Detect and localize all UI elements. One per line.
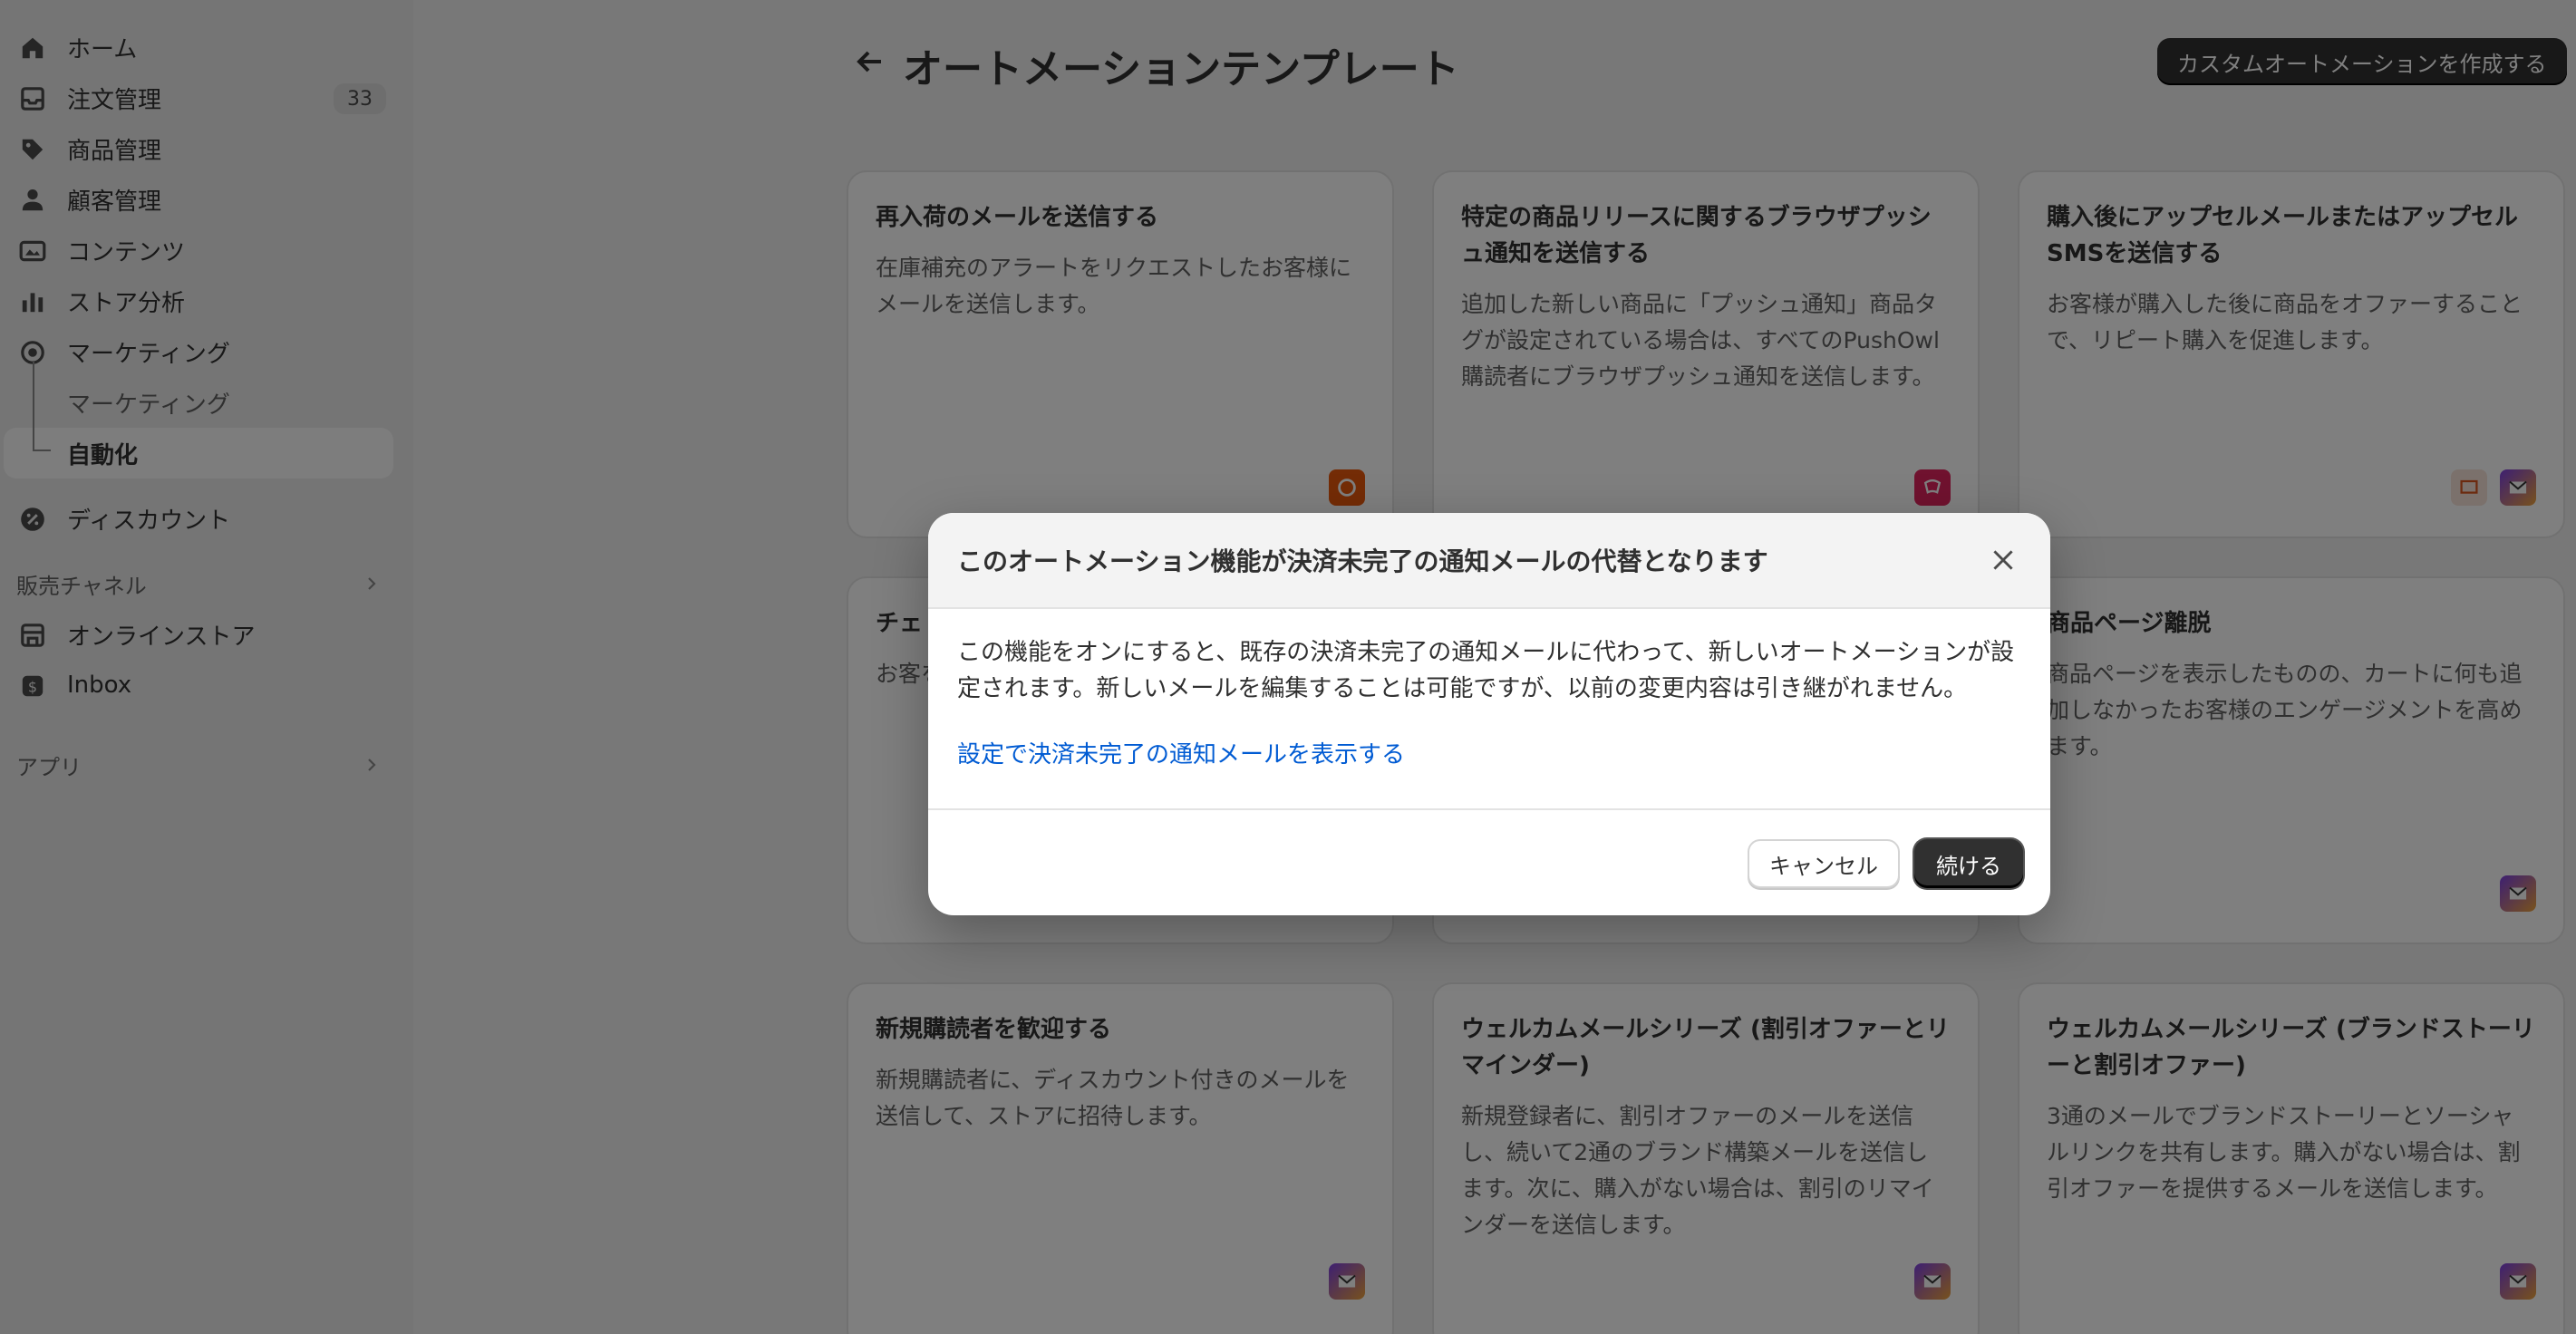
- cancel-button[interactable]: キャンセル: [1748, 839, 1900, 888]
- continue-button[interactable]: 続ける: [1914, 839, 2023, 888]
- modal-header: このオートメーション機能が決済未完了の通知メールの代替となります: [928, 513, 2050, 609]
- replace-abandoned-checkout-modal: このオートメーション機能が決済未完了の通知メールの代替となります この機能をオン…: [928, 513, 2050, 915]
- close-icon[interactable]: [1989, 546, 2018, 575]
- modal-title: このオートメーション機能が決済未完了の通知メールの代替となります: [957, 546, 1768, 576]
- modal-body: この機能をオンにすると、既存の決済未完了の通知メールに代わって、新しいオートメー…: [928, 609, 2050, 810]
- modal-text: この機能をオンにすると、既存の決済未完了の通知メールに代わって、新しいオートメー…: [957, 639, 2015, 702]
- modal-footer: キャンセル 続ける: [928, 810, 2050, 915]
- view-abandoned-checkout-settings-link[interactable]: 設定で決済未完了の通知メールを表示する: [957, 736, 1405, 769]
